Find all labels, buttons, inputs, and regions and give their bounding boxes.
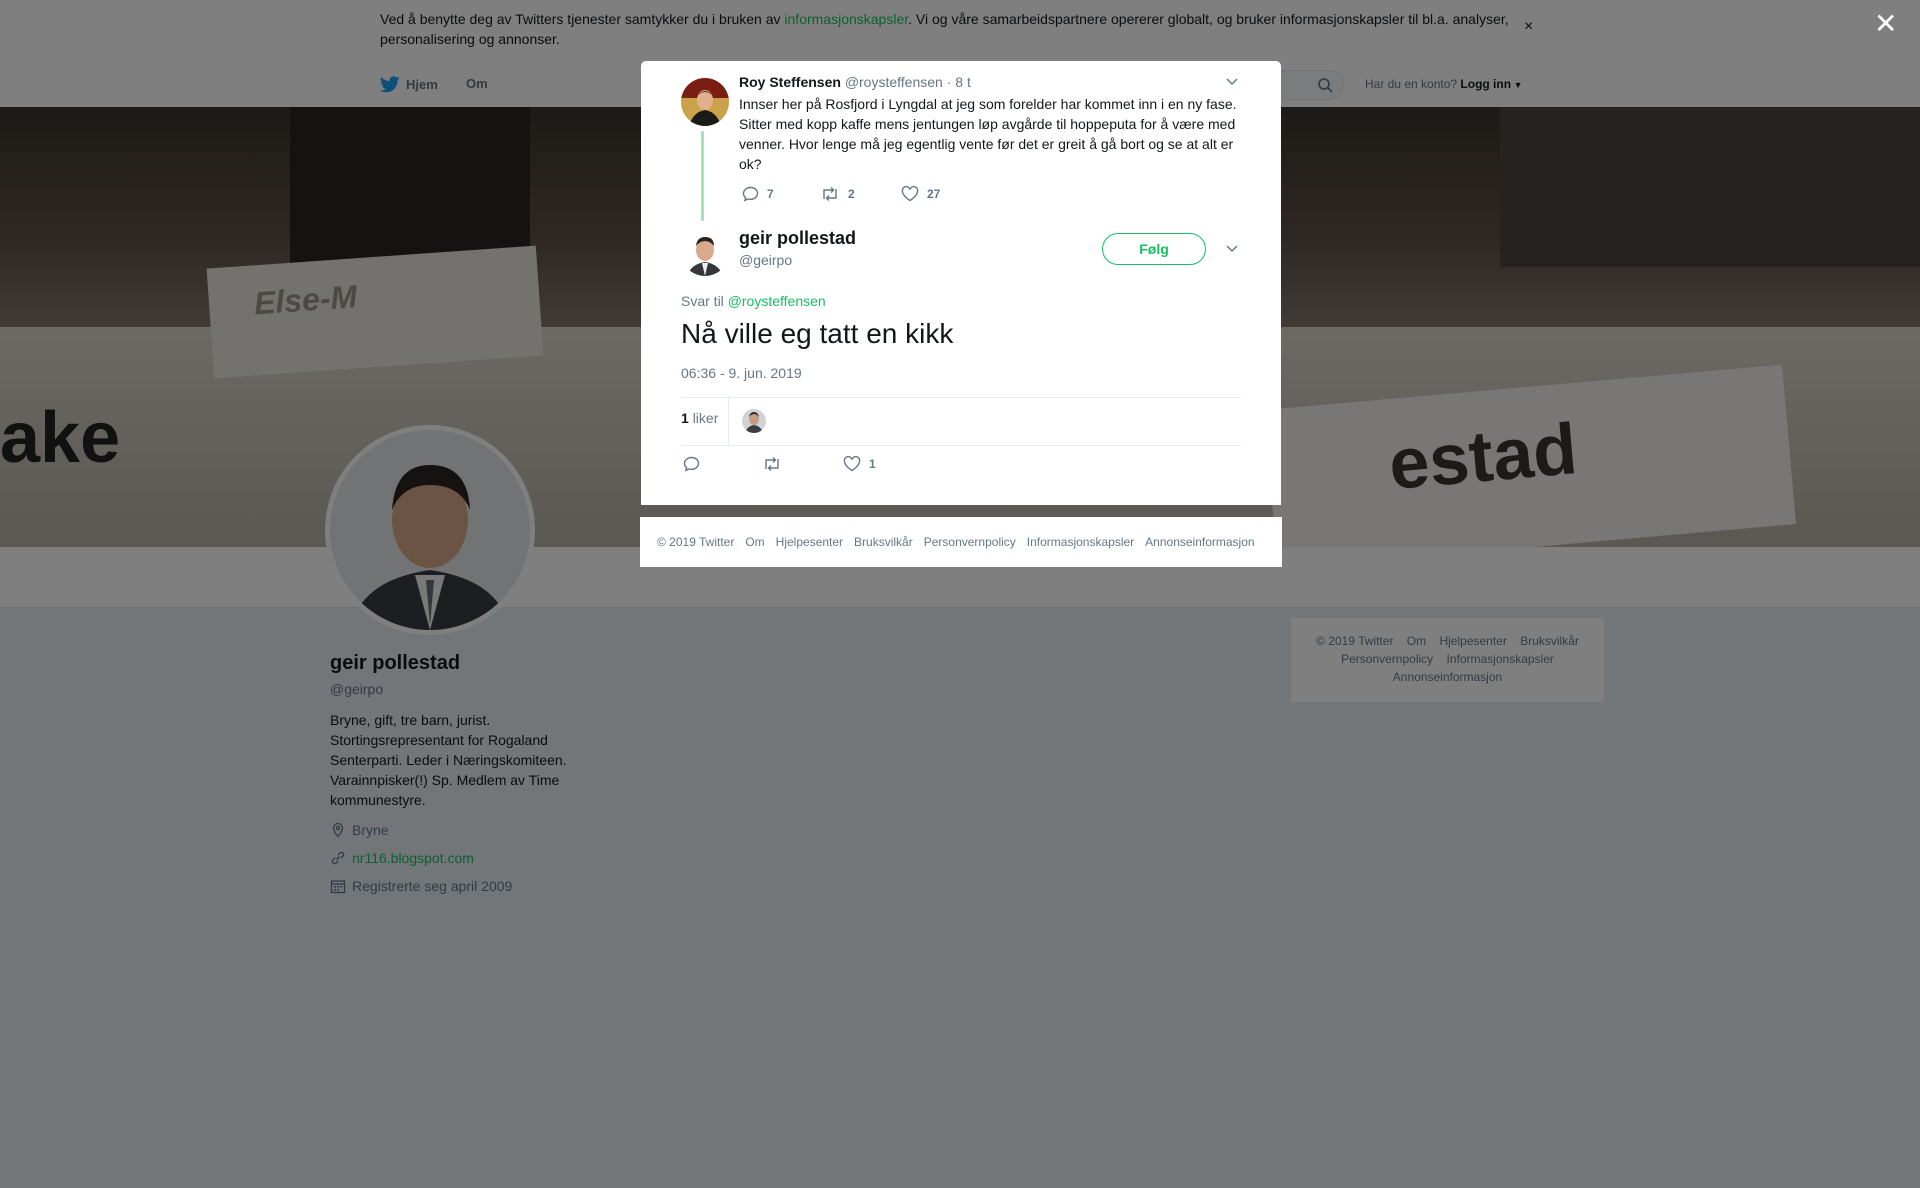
tweet-stats: 1 liker [681,397,1241,446]
follow-button[interactable]: Følg [1102,233,1206,265]
parent-tweet-text: Innser her på Rosfjord i Lyngdal at jeg … [739,96,1237,172]
heart-icon [901,186,919,202]
parent-like-count: 27 [927,187,941,201]
modal-footer-about[interactable]: Om [745,535,764,549]
avatar-portrait [681,78,729,126]
main-tweet-name[interactable]: geir pollestad [739,228,856,249]
modal-footer-ads[interactable]: Annonseinformasjon [1145,535,1254,549]
thread-line [701,131,704,221]
likes-count[interactable]: 1 liker [681,410,718,426]
main-like-count: 1 [869,457,876,471]
reply-icon [683,456,700,472]
avatar-portrait [681,228,729,276]
main-tweet-avatar[interactable] [681,228,729,276]
main-tweet-text: Nå ville eg tatt en kikk [681,318,954,349]
stats-divider [728,398,729,445]
parent-tweet-header: Roy Steffensen @roysteffensen · 8 t [739,74,971,90]
parent-retweet-count: 2 [848,187,855,201]
modal-footer-cookies[interactable]: Informasjonskapsler [1027,535,1134,549]
modal-footer-copyright: © 2019 Twitter [657,535,735,549]
overlay-close-icon[interactable]: ✕ [1874,10,1897,38]
parent-tweet-avatar[interactable] [681,78,729,126]
main-retweet-button[interactable] [762,456,782,472]
modal-footer-help[interactable]: Hjelpesenter [776,535,843,549]
heart-icon [843,456,861,472]
reply-to: Svar til @roysteffensen [681,293,826,309]
chevron-down-icon[interactable] [1226,245,1238,253]
parent-tweet-time[interactable]: · 8 t [947,74,971,90]
avatar-portrait [742,409,766,433]
likes-count-number: 1 [681,410,689,426]
reply-to-handle[interactable]: @roysteffensen [728,293,826,309]
parent-tweet-name[interactable]: Roy Steffensen [739,74,841,90]
main-like-button[interactable]: 1 [843,456,876,472]
parent-like-button[interactable]: 27 [901,186,940,202]
reply-to-label: Svar til [681,293,724,309]
parent-tweet-handle[interactable]: @roysteffensen [845,74,943,90]
parent-reply-button[interactable]: 7 [742,186,774,202]
modal-footer-terms[interactable]: Bruksvilkår [854,535,913,549]
main-reply-button[interactable] [683,456,700,472]
chevron-down-icon[interactable] [1226,78,1238,86]
main-tweet-timestamp[interactable]: 06:36 - 9. jun. 2019 [681,365,802,381]
likes-count-label: liker [692,410,719,426]
parent-reply-count: 7 [767,187,774,201]
modal-footer-privacy[interactable]: Personvernpolicy [924,535,1016,549]
reply-icon [742,186,759,202]
modal-footer: © 2019 Twitter Om Hjelpesenter Bruksvilk… [640,517,1282,567]
retweet-icon [823,187,837,201]
retweet-icon [765,457,779,471]
liker-avatar[interactable] [742,409,766,433]
main-tweet-handle[interactable]: @geirpo [739,252,792,268]
parent-retweet-button[interactable]: 2 [820,186,855,202]
